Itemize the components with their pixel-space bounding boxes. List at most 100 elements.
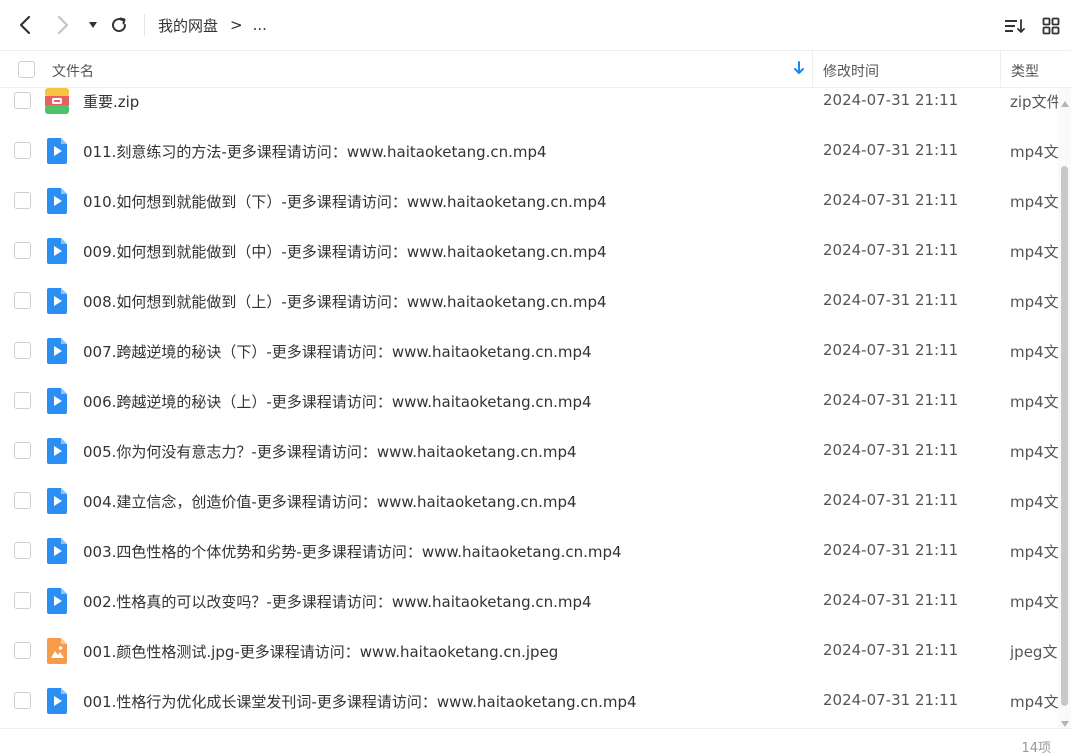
- file-row[interactable]: 001.性格行为优化成长课堂发刊词-更多课程请访问：www.haitaoketa…: [0, 676, 1058, 726]
- column-header-name[interactable]: 文件名: [52, 61, 94, 81]
- file-mtime: 2024-07-31 21:11: [823, 291, 959, 309]
- toolbar: 我的网盘 > ...: [0, 0, 1071, 50]
- chevron-right-icon: [57, 15, 69, 35]
- file-type: mp4文件: [1010, 393, 1058, 411]
- grid-view-button[interactable]: [1038, 13, 1064, 39]
- row-checkbox[interactable]: [14, 492, 31, 509]
- file-mtime: 2024-07-31 21:11: [823, 191, 959, 209]
- row-checkbox[interactable]: [14, 542, 31, 559]
- item-count: 14项: [1021, 741, 1051, 754]
- toolbar-divider: [144, 14, 145, 36]
- scrollbar-thumb[interactable]: [1061, 166, 1068, 706]
- row-checkbox[interactable]: [14, 242, 31, 259]
- video-file-icon: [45, 538, 69, 564]
- select-all-checkbox[interactable]: [18, 61, 35, 78]
- file-type: mp4文件: [1010, 143, 1058, 161]
- video-file-icon: [45, 188, 69, 214]
- file-name[interactable]: 010.如何想到就能做到（下）-更多课程请访问：www.haitaoketang…: [83, 191, 607, 212]
- file-name[interactable]: 001.性格行为优化成长课堂发刊词-更多课程请访问：www.haitaoketa…: [83, 691, 637, 712]
- file-row[interactable]: 005.你为何没有意志力？-更多课程请访问：www.haitaoketang.c…: [0, 426, 1058, 476]
- video-file-icon: [45, 488, 69, 514]
- file-row[interactable]: 011.刻意练习的方法-更多课程请访问：www.haitaoketang.cn.…: [0, 126, 1058, 176]
- forward-button[interactable]: [50, 12, 76, 38]
- file-type: zip文件: [1010, 93, 1058, 111]
- file-name[interactable]: 004.建立信念，创造价值-更多课程请访问：www.haitaoketang.c…: [83, 491, 577, 512]
- video-file-icon: [45, 338, 69, 364]
- file-row[interactable]: 重要.zip 2024-07-31 21:11 zip文件: [0, 88, 1058, 126]
- scroll-up-arrow-icon[interactable]: [1061, 92, 1069, 111]
- file-row[interactable]: 001.颜色性格测试.jpg-更多课程请访问：www.haitaoketang.…: [0, 626, 1058, 676]
- file-row[interactable]: 009.如何想到就能做到（中）-更多课程请访问：www.haitaoketang…: [0, 226, 1058, 276]
- file-row[interactable]: 007.跨越逆境的秘诀（下）-更多课程请访问：www.haitaoketang.…: [0, 326, 1058, 376]
- file-mtime: 2024-07-31 21:11: [823, 241, 959, 259]
- file-mtime: 2024-07-31 21:11: [823, 541, 959, 559]
- row-checkbox[interactable]: [14, 592, 31, 609]
- file-mtime: 2024-07-31 21:11: [823, 341, 959, 359]
- vertical-scrollbar[interactable]: [1058, 88, 1071, 728]
- column-header-type[interactable]: 类型: [1011, 61, 1039, 81]
- row-checkbox[interactable]: [14, 92, 31, 109]
- file-name[interactable]: 001.颜色性格测试.jpg-更多课程请访问：www.haitaoketang.…: [83, 641, 558, 662]
- file-type: mp4文件: [1010, 343, 1058, 361]
- file-name[interactable]: 006.跨越逆境的秘诀（上）-更多课程请访问：www.haitaoketang.…: [83, 391, 592, 412]
- breadcrumb: 我的网盘 > ...: [158, 14, 267, 36]
- file-name[interactable]: 011.刻意练习的方法-更多课程请访问：www.haitaoketang.cn.…: [83, 141, 547, 162]
- breadcrumb-root[interactable]: 我的网盘: [158, 15, 218, 36]
- file-row[interactable]: 004.建立信念，创造价值-更多课程请访问：www.haitaoketang.c…: [0, 476, 1058, 526]
- row-checkbox[interactable]: [14, 642, 31, 659]
- grid-icon: [1042, 17, 1060, 35]
- file-name[interactable]: 009.如何想到就能做到（中）-更多课程请访问：www.haitaoketang…: [83, 241, 607, 262]
- file-row[interactable]: 010.如何想到就能做到（下）-更多课程请访问：www.haitaoketang…: [0, 176, 1058, 226]
- history-dropdown-button[interactable]: [80, 12, 106, 38]
- file-type: mp4文件: [1010, 543, 1058, 561]
- status-bar: 14项: [0, 728, 1071, 754]
- list-header: 文件名 修改时间 类型: [0, 50, 1071, 88]
- row-checkbox[interactable]: [14, 292, 31, 309]
- image-file-icon: [45, 638, 69, 664]
- breadcrumb-more[interactable]: ...: [253, 16, 267, 34]
- chevron-left-icon: [19, 15, 31, 35]
- row-checkbox[interactable]: [14, 142, 31, 159]
- sort-desc-arrow-icon[interactable]: [793, 60, 805, 80]
- file-list: 重要.zip 2024-07-31 21:11 zip文件 011.刻意练习的方法-更…: [0, 88, 1058, 728]
- refresh-button[interactable]: [106, 12, 132, 38]
- column-divider[interactable]: [1000, 51, 1001, 88]
- file-type: mp4文件: [1010, 693, 1058, 711]
- file-mtime: 2024-07-31 21:11: [823, 691, 959, 709]
- file-mtime: 2024-07-31 21:11: [823, 591, 959, 609]
- video-file-icon: [45, 138, 69, 164]
- column-divider[interactable]: [812, 51, 813, 88]
- file-name[interactable]: 005.你为何没有意志力？-更多课程请访问：www.haitaoketang.c…: [83, 441, 577, 462]
- file-type: mp4文件: [1010, 443, 1058, 461]
- row-checkbox[interactable]: [14, 392, 31, 409]
- file-mtime: 2024-07-31 21:11: [823, 491, 959, 509]
- file-row[interactable]: 006.跨越逆境的秘诀（上）-更多课程请访问：www.haitaoketang.…: [0, 376, 1058, 426]
- column-header-mtime[interactable]: 修改时间: [823, 61, 879, 81]
- file-mtime: 2024-07-31 21:11: [823, 91, 959, 109]
- file-row[interactable]: 002.性格真的可以改变吗？-更多课程请访问：www.haitaoketang.…: [0, 576, 1058, 626]
- video-file-icon: [45, 288, 69, 314]
- file-type: jpeg文件: [1010, 643, 1058, 661]
- caret-down-icon: [89, 22, 97, 28]
- sort-button[interactable]: [1002, 13, 1028, 39]
- file-row[interactable]: 008.如何想到就能做到（上）-更多课程请访问：www.haitaoketang…: [0, 276, 1058, 326]
- row-checkbox[interactable]: [14, 692, 31, 709]
- file-row[interactable]: 003.四色性格的个体优势和劣势-更多课程请访问：www.haitaoketan…: [0, 526, 1058, 576]
- row-checkbox[interactable]: [14, 192, 31, 209]
- video-file-icon: [45, 388, 69, 414]
- file-type: mp4文件: [1010, 293, 1058, 311]
- row-checkbox[interactable]: [14, 442, 31, 459]
- file-manager-window: 我的网盘 > ... 文件名 修改时间 类型 重要.zip 2024-07-31 …: [0, 0, 1071, 754]
- file-name[interactable]: 008.如何想到就能做到（上）-更多课程请访问：www.haitaoketang…: [83, 291, 607, 312]
- file-mtime: 2024-07-31 21:11: [823, 441, 959, 459]
- row-checkbox[interactable]: [14, 342, 31, 359]
- file-name[interactable]: 重要.zip: [83, 91, 139, 112]
- breadcrumb-separator: >: [230, 16, 243, 34]
- file-name[interactable]: 002.性格真的可以改变吗？-更多课程请访问：www.haitaoketang.…: [83, 591, 592, 612]
- file-type: mp4文件: [1010, 493, 1058, 511]
- file-mtime: 2024-07-31 21:11: [823, 141, 959, 159]
- back-button[interactable]: [12, 12, 38, 38]
- video-file-icon: [45, 688, 69, 714]
- file-name[interactable]: 003.四色性格的个体优势和劣势-更多课程请访问：www.haitaoketan…: [83, 541, 622, 562]
- file-name[interactable]: 007.跨越逆境的秘诀（下）-更多课程请访问：www.haitaoketang.…: [83, 341, 592, 362]
